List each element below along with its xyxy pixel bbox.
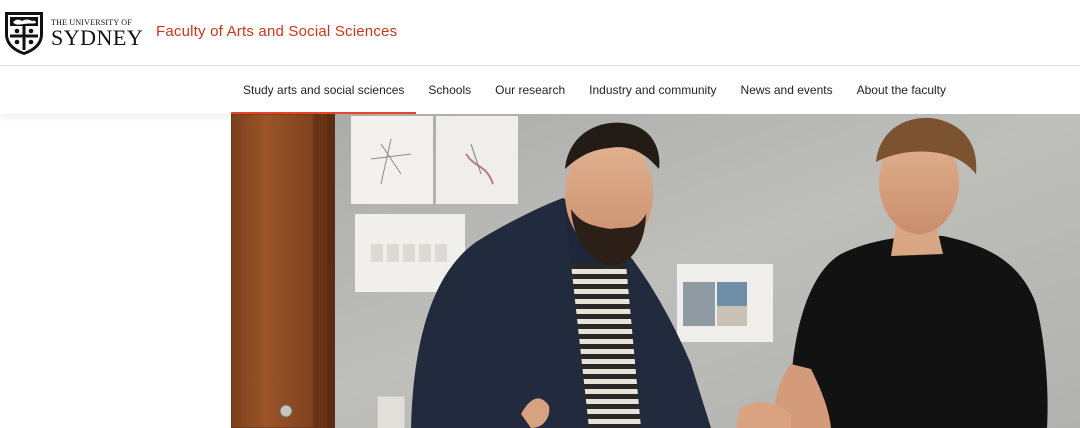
hero-photo — [231, 114, 1080, 428]
nav-list: Study arts and social sciences Schools O… — [231, 66, 958, 114]
main-nav: Study arts and social sciences Schools O… — [0, 66, 1080, 114]
hero-image — [231, 114, 1080, 428]
nav-item-industry[interactable]: Industry and community — [577, 66, 728, 114]
nav-item-news[interactable]: News and events — [729, 66, 845, 114]
nav-item-about[interactable]: About the faculty — [845, 66, 958, 114]
nav-item-schools[interactable]: Schools — [416, 66, 483, 114]
nav-item-study[interactable]: Study arts and social sciences — [231, 66, 417, 114]
wordmark: THE UNIVERSITY OF SYDNEY — [51, 18, 144, 50]
wordmark-line2: SYDNEY — [51, 25, 144, 50]
university-logo[interactable]: THE UNIVERSITY OF SYDNEY — [3, 10, 143, 56]
nav-item-research[interactable]: Our research — [483, 66, 577, 114]
site-header: THE UNIVERSITY OF SYDNEY Faculty of Arts… — [0, 0, 1080, 66]
faculty-title-link[interactable]: Faculty of Arts and Social Sciences — [156, 23, 397, 40]
crest-icon — [5, 12, 43, 55]
